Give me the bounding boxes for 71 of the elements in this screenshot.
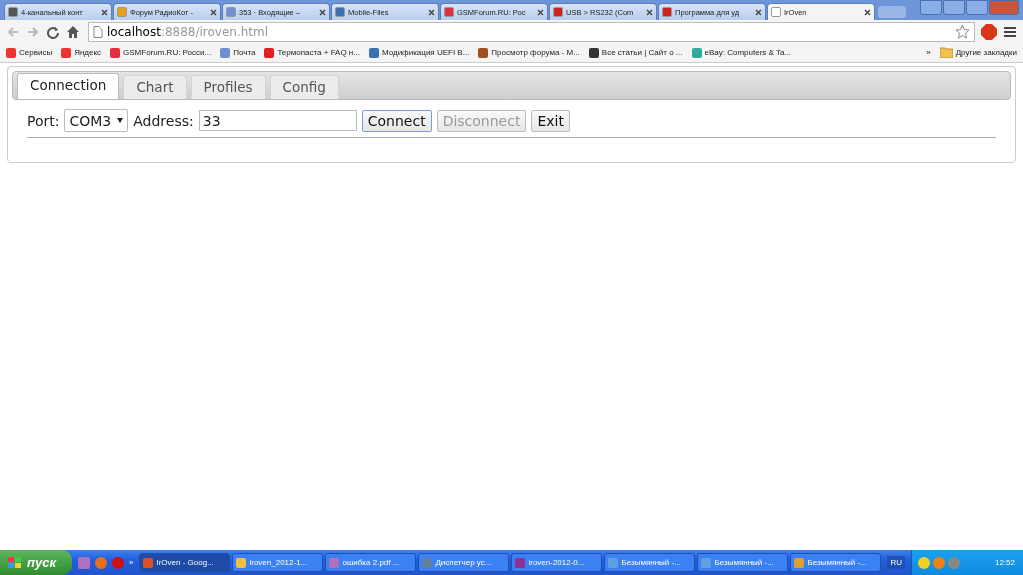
favicon-icon (6, 47, 16, 58)
windows-flag-icon (8, 556, 22, 569)
taskbar-button[interactable]: Безымянный -... (697, 553, 789, 572)
favicon-icon (588, 47, 599, 58)
taskbar-button[interactable]: ошибка 2.pdf ... (325, 553, 417, 572)
close-icon[interactable] (101, 8, 108, 16)
tab[interactable]: Chart (123, 75, 187, 99)
close-icon[interactable] (755, 8, 762, 16)
port-label: Port: (27, 112, 60, 129)
menu-icon[interactable] (1003, 25, 1017, 38)
bookmark[interactable]: Сервисы (6, 47, 53, 58)
tab[interactable]: Connection (17, 73, 120, 99)
home-icon[interactable] (66, 24, 80, 39)
favicon-icon (8, 7, 18, 17)
forward-icon[interactable] (26, 24, 40, 39)
taskbar-button[interactable]: IrOven - Goog... (139, 553, 231, 572)
close-icon[interactable] (537, 8, 544, 16)
close-icon[interactable] (319, 8, 326, 16)
favicon-icon (226, 7, 236, 17)
favicon-icon (771, 7, 781, 17)
more-button[interactable]: » (129, 558, 134, 567)
bookmark[interactable]: Термопаста + FAQ н... (264, 47, 360, 58)
profile-button[interactable] (920, 0, 942, 15)
reload-icon[interactable] (46, 24, 60, 39)
close-icon[interactable] (646, 8, 653, 16)
favicon-icon (478, 47, 489, 58)
address-label: Address: (133, 112, 194, 129)
favicon-icon (110, 47, 121, 58)
language-indicator[interactable]: RU (887, 556, 905, 569)
close-icon[interactable] (864, 8, 871, 16)
back-icon[interactable] (6, 24, 20, 39)
taskbar-button[interactable]: iroven_2012-1... (232, 553, 324, 572)
caret-icon (117, 118, 124, 123)
star-icon[interactable] (955, 24, 970, 39)
bookmark[interactable]: GSMForum.RU: Росси... (110, 47, 212, 58)
close-icon[interactable] (428, 8, 435, 16)
more-bookmarks-button[interactable]: » (926, 48, 931, 57)
favicon-icon (220, 47, 231, 58)
taskbar-button[interactable]: Безымянный -... (604, 553, 696, 572)
maximize-button[interactable] (966, 0, 988, 15)
favicon-icon (444, 7, 454, 17)
taskbar-button[interactable]: Безымянный -... (790, 553, 882, 572)
address-field[interactable]: 33 (198, 110, 357, 131)
favicon-icon (335, 7, 345, 17)
action-button[interactable]: Connect (361, 109, 432, 132)
taskbar-button[interactable]: Диспетчер ус... (418, 553, 510, 572)
minimize-button[interactable] (943, 0, 965, 15)
page-icon (93, 25, 103, 38)
close-icon[interactable] (210, 8, 217, 16)
clock: 12:52 (994, 558, 1015, 567)
taskbar-button[interactable]: iroven-2012-0... (511, 553, 603, 572)
tab[interactable]: Config (269, 75, 339, 99)
favicon-icon (691, 47, 702, 58)
port-dropdown[interactable]: COM3 (64, 109, 129, 132)
bookmark[interactable]: Просмотр форума - M... (478, 47, 580, 58)
bookmark[interactable]: Все статьи | Сайт о ... (588, 47, 683, 58)
bookmark[interactable]: Яндекс (61, 47, 102, 58)
action-button[interactable]: Exit (531, 109, 570, 132)
favicon-icon (368, 47, 379, 58)
favicon-icon (61, 47, 72, 58)
favicon-icon (662, 7, 672, 17)
address-bar[interactable]: localhost:8888/iroven.html (88, 21, 975, 42)
bookmark[interactable]: Модификация UEFI B... (368, 47, 470, 58)
folder-icon (939, 47, 953, 58)
bookmark[interactable]: Почта (220, 47, 256, 58)
bookmark[interactable]: eBay: Computers & Ta... (691, 47, 792, 58)
other-bookmarks-folder[interactable]: Другие закладки (939, 47, 1017, 58)
tab[interactable]: Profiles (190, 75, 266, 99)
favicon-icon (264, 47, 275, 58)
favicon-icon (117, 7, 127, 17)
favicon-icon (553, 7, 563, 17)
